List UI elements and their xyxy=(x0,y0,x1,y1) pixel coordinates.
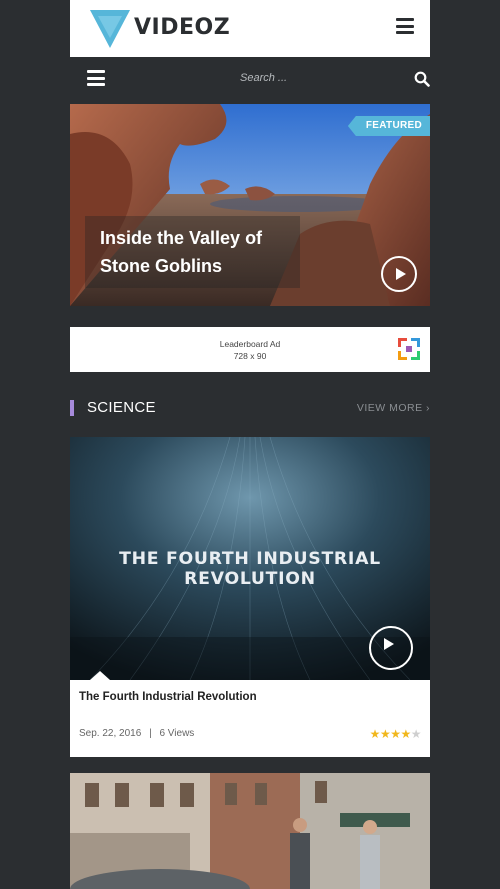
ad-label: Leaderboard Ad 728 x 90 xyxy=(70,338,430,362)
featured-title-line-2[interactable]: Stone Goblins xyxy=(100,252,285,280)
search-input[interactable] xyxy=(240,72,390,84)
video-meta: Sep. 22, 2016 | 6 Views xyxy=(79,728,194,739)
ad-label-line-1: Leaderboard Ad xyxy=(219,339,281,349)
video-title[interactable]: The Fourth Industrial Revolution xyxy=(79,691,257,703)
ad-label-line-2: 728 x 90 xyxy=(233,351,267,361)
site-header: VIDEOZ xyxy=(70,0,430,57)
video-card-body: The Fourth Industrial Revolution Sep. 22… xyxy=(70,680,430,757)
featured-video[interactable]: FEATURED Inside the Valley of Stone Gobl… xyxy=(70,104,430,306)
video-views: 6 Views xyxy=(159,728,195,739)
card-thumbnail-headline: THE FOURTH INDUSTRIAL REVOLUTION xyxy=(119,549,381,589)
nav-bar xyxy=(70,57,430,104)
featured-title-box: Inside the Valley of Stone Goblins xyxy=(85,216,300,288)
ad-logo-icon xyxy=(398,338,420,360)
logo-icon[interactable] xyxy=(90,8,130,48)
star-filled-icon: ★ xyxy=(369,727,381,741)
nav-menu-icon[interactable] xyxy=(87,70,105,86)
view-more-link[interactable]: VIEW MORE › xyxy=(357,402,430,414)
card-notch xyxy=(90,671,110,680)
section-marker xyxy=(70,400,74,416)
card-2-thumbnail-image xyxy=(70,773,430,889)
search-icon[interactable] xyxy=(414,71,430,87)
featured-play-icon[interactable] xyxy=(381,256,417,292)
featured-badge: FEATURED xyxy=(347,116,430,136)
star-rating: ★★★★★ xyxy=(369,727,422,741)
menu-icon[interactable] xyxy=(396,18,414,34)
star-filled-icon: ★ xyxy=(400,727,411,741)
meta-separator: | xyxy=(149,728,152,739)
star-empty-icon: ★ xyxy=(410,727,422,741)
video-card-thumbnail-2[interactable] xyxy=(70,773,430,889)
section-title[interactable]: SCIENCE xyxy=(87,399,156,416)
star-filled-icon: ★ xyxy=(379,727,391,741)
leaderboard-ad[interactable]: Leaderboard Ad 728 x 90 xyxy=(70,327,430,372)
video-card-thumbnail[interactable]: THE FOURTH INDUSTRIAL REVOLUTION xyxy=(70,437,430,680)
section-header: SCIENCE VIEW MORE › xyxy=(70,396,430,420)
logo-text[interactable]: VIDEOZ xyxy=(134,15,230,40)
card-play-icon[interactable] xyxy=(369,626,413,670)
video-date: Sep. 22, 2016 xyxy=(79,728,142,739)
star-filled-icon: ★ xyxy=(390,727,401,741)
featured-title-line-1[interactable]: Inside the Valley of xyxy=(100,224,285,252)
